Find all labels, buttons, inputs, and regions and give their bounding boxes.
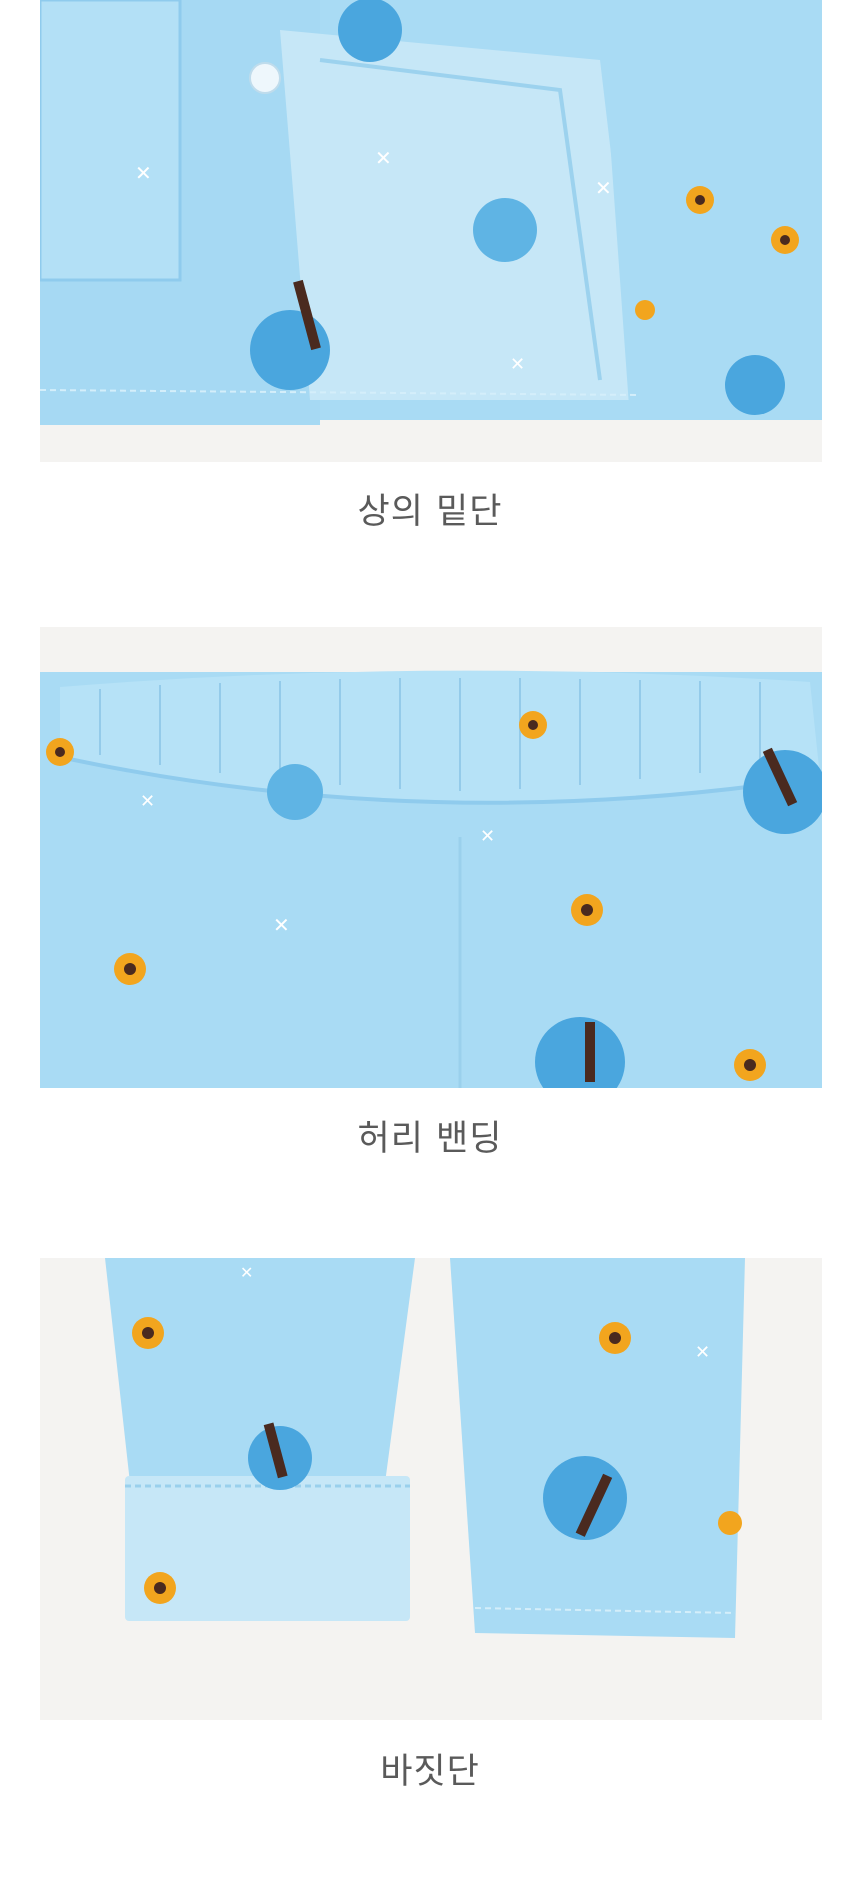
top-hem-photo: ✕ ✕ ✕ ✕	[40, 0, 822, 462]
svg-text:✕: ✕	[240, 1263, 253, 1282]
svg-text:✕: ✕	[273, 913, 290, 937]
tree-icon	[267, 764, 323, 820]
tree-icon	[725, 355, 785, 415]
svg-text:✕: ✕	[140, 791, 155, 812]
pajama-waistband-illustration: ✕ ✕ ✕	[40, 627, 822, 1088]
waistband-photo: ✕ ✕ ✕	[40, 627, 822, 1088]
flower-icon	[734, 1049, 766, 1081]
tree-icon	[543, 1456, 627, 1540]
svg-text:✕: ✕	[695, 1342, 710, 1363]
svg-text:✕: ✕	[595, 176, 612, 200]
flower-icon	[144, 1572, 176, 1604]
pajama-top-hem-illustration: ✕ ✕ ✕ ✕	[40, 0, 822, 462]
flower-icon	[635, 300, 655, 320]
caption-pant-hem: 바짓단	[380, 1752, 480, 1792]
flower-icon	[114, 953, 146, 985]
svg-text:✕: ✕	[375, 146, 392, 170]
pajama-pant-hem-illustration: ✕ ✕	[40, 1258, 822, 1720]
svg-text:✕: ✕	[510, 354, 525, 375]
flower-icon	[519, 711, 547, 739]
inner-lining	[280, 30, 640, 400]
tree-icon	[473, 198, 537, 262]
right-pant-leg	[450, 1258, 745, 1638]
flower-icon	[599, 1322, 631, 1354]
flower-icon	[771, 226, 799, 254]
caption-top-hem: 상의 밑단	[357, 492, 503, 532]
flower-icon	[571, 894, 603, 926]
flower-icon	[686, 186, 714, 214]
flower-icon	[132, 1317, 164, 1349]
button-icon	[249, 62, 281, 94]
pant-hem-photo: ✕ ✕	[40, 1258, 822, 1720]
caption-waistband: 허리 밴딩	[357, 1119, 503, 1159]
flower-icon	[718, 1511, 742, 1535]
tree-icon	[338, 0, 402, 62]
pocket	[40, 0, 182, 282]
flower-icon	[46, 738, 74, 766]
svg-text:✕: ✕	[135, 161, 152, 185]
svg-text:✕: ✕	[480, 826, 495, 847]
